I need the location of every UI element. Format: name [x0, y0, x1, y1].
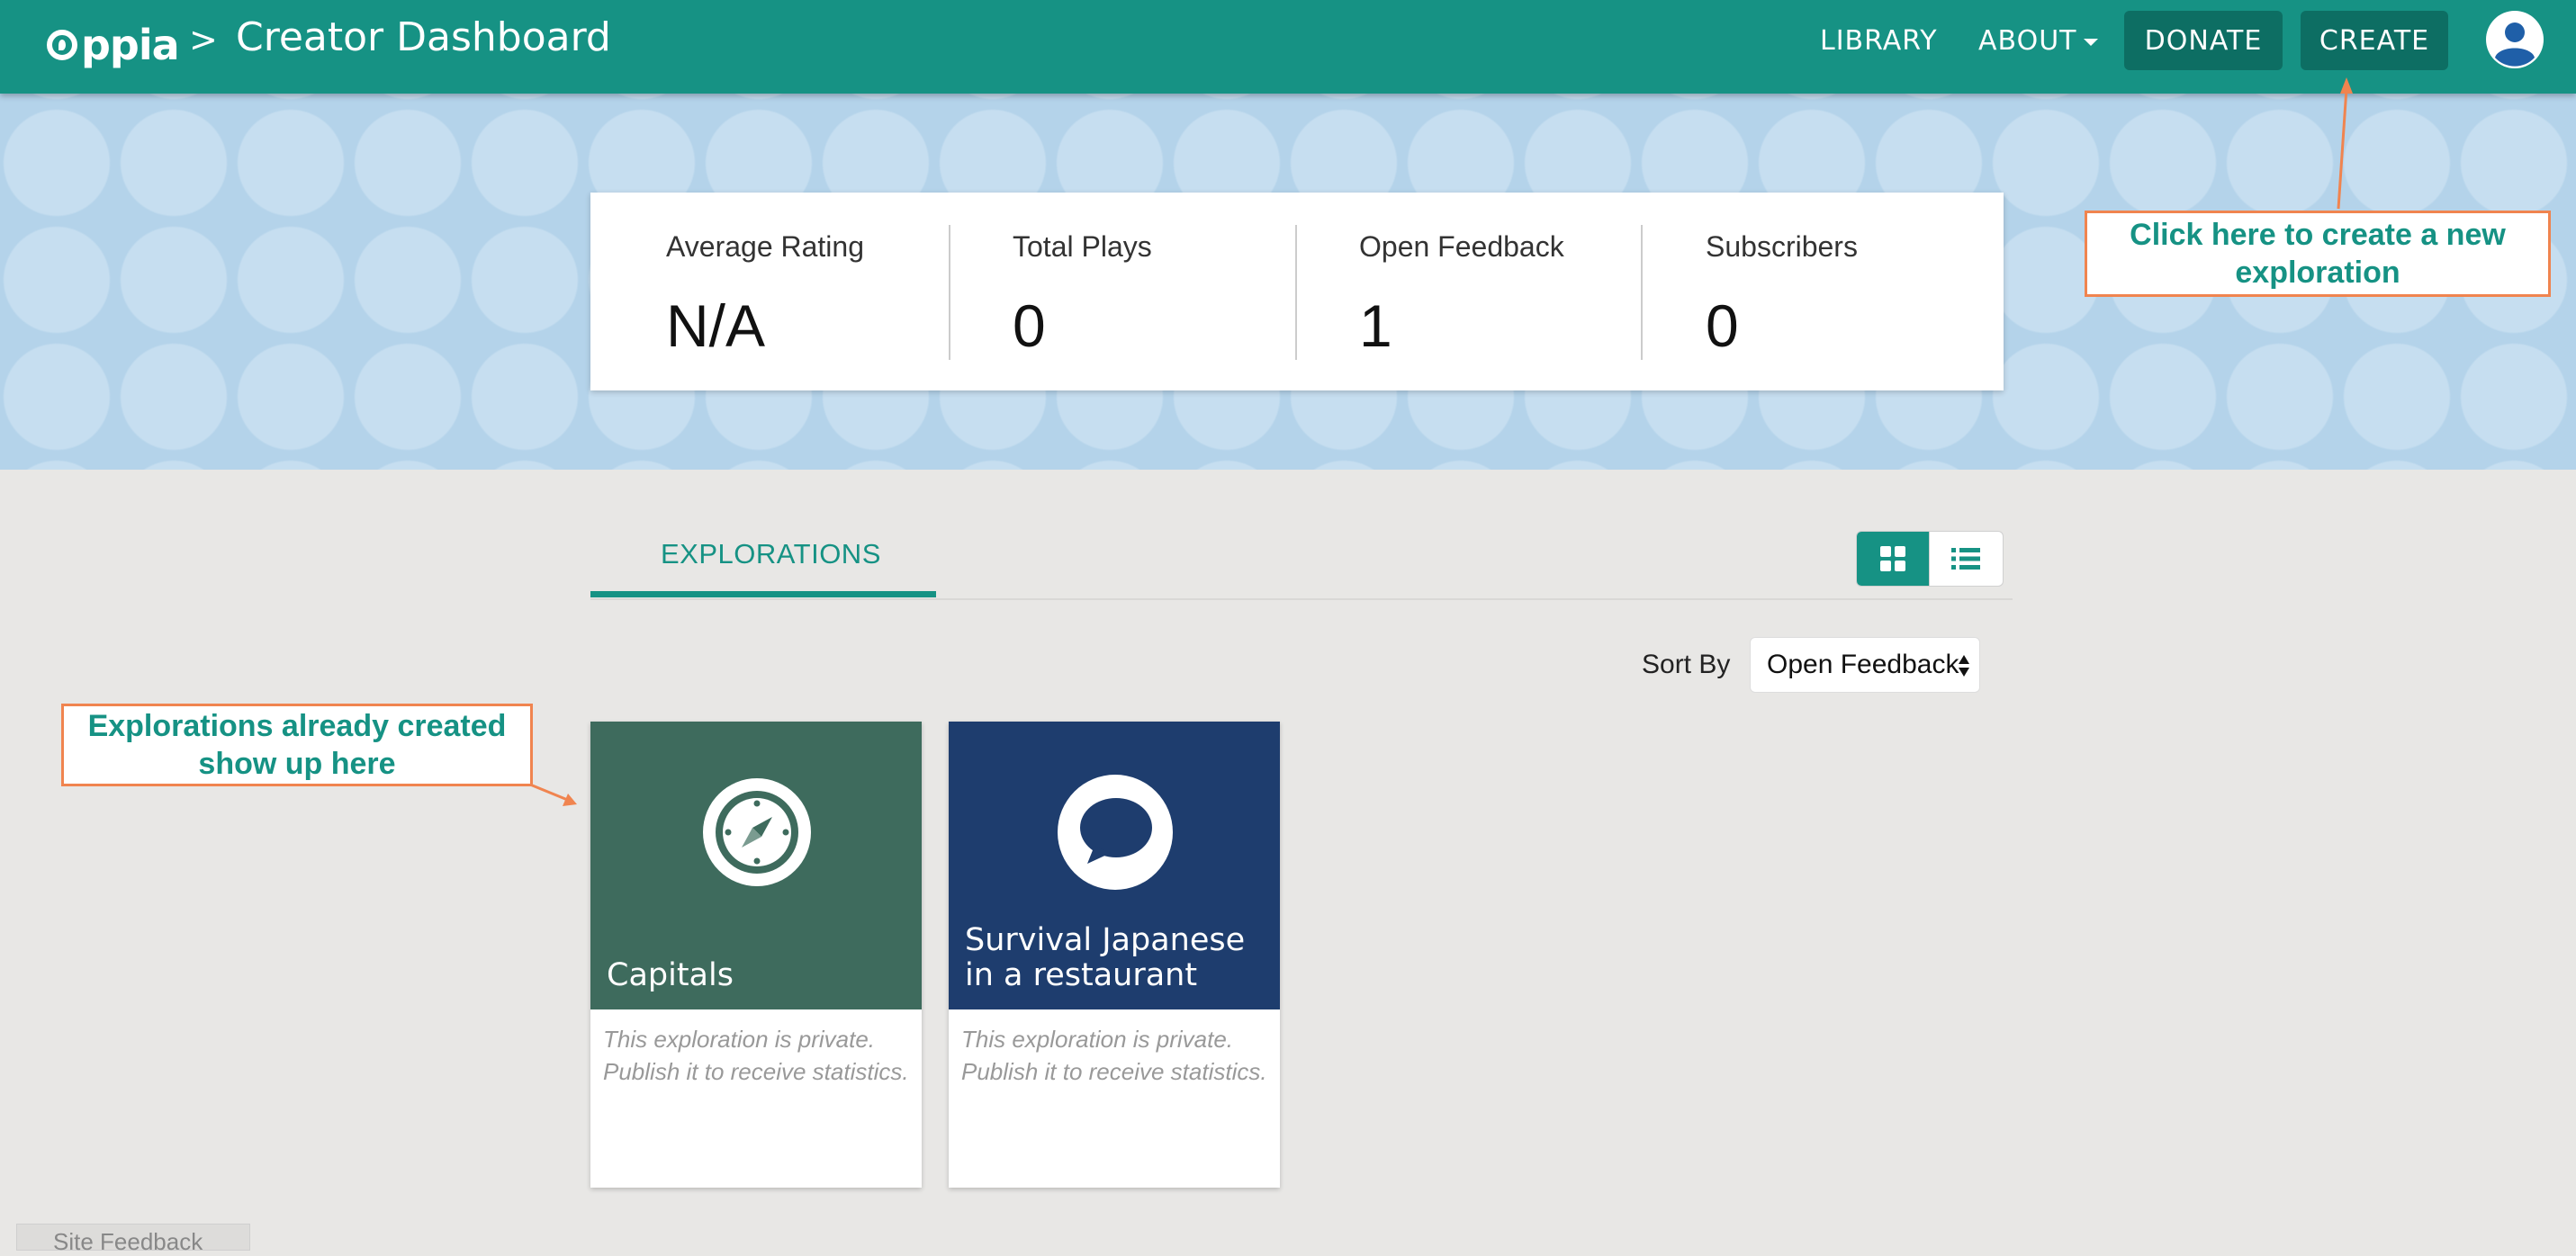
card-thumbnail: Capitals — [590, 722, 922, 1009]
create-hint-arrow-icon — [2337, 77, 2353, 210]
donate-button[interactable]: DONATE — [2124, 11, 2283, 70]
explorations-hint-callout: Explorations already created show up her… — [61, 704, 533, 786]
user-avatar-icon[interactable] — [2486, 11, 2544, 68]
page-title: Creator Dashboard — [236, 14, 611, 60]
exploration-card-survival-japanese[interactable]: Survival Japanese in a restaurant This e… — [949, 722, 1280, 1188]
stat-value: N/A — [666, 292, 766, 359]
tab-explorations-label: EXPLORATIONS — [661, 538, 881, 570]
top-navbar: ppia > Creator Dashboard LIBRARY ABOUT D… — [0, 0, 2576, 94]
active-tab-indicator — [590, 591, 936, 597]
create-hint-callout: Click here to create a new exploration — [2085, 211, 2551, 297]
stat-value: 0 — [1013, 292, 1046, 359]
speech-bubble-icon — [1058, 775, 1173, 890]
stats-card: Average Rating N/A Total Plays 0 Open Fe… — [590, 193, 2004, 390]
card-title: Survival Japanese in a restaurant — [965, 921, 1246, 993]
card-title: Capitals — [607, 956, 734, 993]
list-view-button[interactable] — [1929, 532, 2002, 586]
nav-library-link[interactable]: LIBRARY — [1820, 25, 1938, 57]
stat-label: Subscribers — [1706, 230, 1858, 263]
view-mode-toggle — [1856, 531, 2004, 587]
stat-average-rating: Average Rating N/A — [590, 193, 937, 390]
card-thumbnail: Survival Japanese in a restaurant — [949, 722, 1280, 1009]
oppia-logo[interactable]: ppia — [47, 13, 180, 77]
oppia-logo-icon — [47, 30, 77, 60]
site-feedback-button[interactable]: Site Feedback — [16, 1224, 250, 1255]
card-description: This exploration is private. Publish it … — [961, 1026, 1267, 1085]
tab-explorations[interactable]: EXPLORATIONS — [590, 522, 936, 597]
grid-view-button[interactable] — [1857, 532, 1929, 586]
select-arrows-icon — [1959, 655, 1969, 677]
sort-by-selected-value: Open Feedback — [1767, 650, 1959, 679]
stat-value: 0 — [1706, 292, 1739, 359]
site-feedback-label: Site Feedback — [53, 1228, 203, 1255]
explorations-hint-arrow-icon — [529, 783, 577, 806]
exploration-card-capitals[interactable]: Capitals This exploration is private. Pu… — [590, 722, 922, 1188]
stat-label: Average Rating — [666, 230, 864, 263]
stat-value: 1 — [1359, 292, 1392, 359]
card-description: This exploration is private. Publish it … — [603, 1026, 909, 1085]
stat-open-feedback: Open Feedback 1 — [1283, 193, 1630, 390]
tabs-divider — [590, 598, 2013, 600]
create-button[interactable]: CREATE — [2301, 11, 2448, 70]
stat-subscribers: Subscribers 0 — [1630, 193, 1977, 390]
sort-by-label: Sort By — [1642, 650, 1731, 679]
grid-icon — [1880, 546, 1905, 571]
logo-text: ppia — [81, 21, 180, 69]
stat-total-plays: Total Plays 0 — [937, 193, 1283, 390]
compass-icon — [703, 778, 811, 886]
nav-about-dropdown[interactable]: ABOUT — [1978, 25, 2099, 57]
breadcrumb-separator: > — [189, 20, 218, 59]
caret-down-icon — [2084, 38, 2099, 46]
sort-by-select[interactable]: Open Feedback — [1750, 637, 1980, 693]
nav-about-label: ABOUT — [1978, 25, 2077, 57]
stat-label: Open Feedback — [1359, 230, 1564, 263]
stat-label: Total Plays — [1013, 230, 1152, 263]
list-icon — [1951, 548, 1980, 570]
